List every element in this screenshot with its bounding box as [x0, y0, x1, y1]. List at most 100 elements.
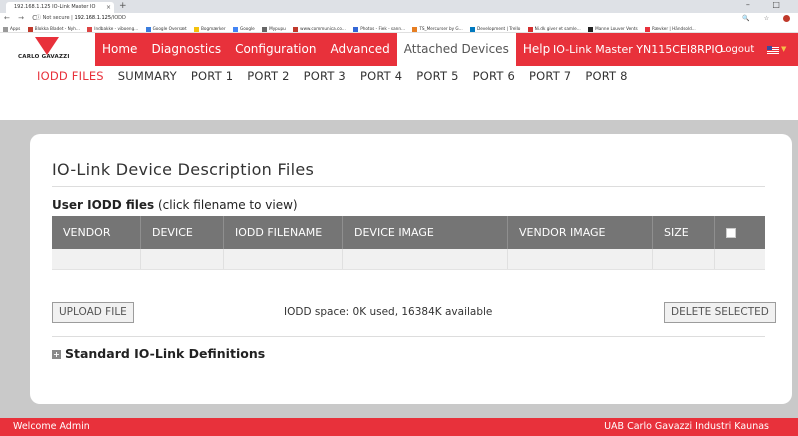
tab-port-8[interactable]: PORT 8: [585, 66, 627, 87]
carlo-gavazzi-logo[interactable]: CARLO GAVAZZI: [0, 33, 95, 66]
iodd-space-status: IODD space: 0K used, 16384K available: [284, 306, 493, 318]
section-subtitle: User IODD files (click filename to view): [52, 198, 298, 212]
bookmark-item[interactable]: Apps: [3, 24, 20, 32]
main-menu: Home Diagnostics Configuration Advanced …: [95, 33, 557, 66]
tab-title: 192.168.1.125 IO-Link Master IO: [14, 4, 96, 10]
bookmark-item[interactable]: Manne Louver Vents: [588, 24, 638, 32]
bookmark-icon: [3, 26, 8, 32]
security-indicator[interactable]: ⓘ Not secure: [36, 15, 70, 21]
profile-avatar[interactable]: [783, 15, 790, 22]
logo-triangle-icon: [35, 37, 59, 55]
table-cell: [141, 249, 224, 269]
sub-menu: IODD FILES SUMMARY PORT 1 PORT 2 PORT 3 …: [37, 66, 642, 87]
browser-tabstrip: 192.168.1.125 IO-Link Master IO × + – □: [0, 0, 798, 13]
logo-text: CARLO GAVAZZI: [18, 54, 70, 60]
address-bar: ← → C ⓘ Not secure | 192.168.1.125/IODD …: [0, 13, 798, 24]
menu-advanced[interactable]: Advanced: [323, 33, 396, 66]
divider: [52, 186, 765, 187]
table-cell: [343, 249, 508, 269]
upload-file-button[interactable]: UPLOAD FILE: [52, 302, 134, 323]
col-iodd-filename: IODD FILENAME: [224, 216, 343, 249]
tab-iodd-files[interactable]: IODD FILES: [37, 66, 104, 87]
url-field[interactable]: ⓘ Not secure | 192.168.1.125/IODD: [36, 13, 126, 24]
divider: [52, 336, 765, 337]
bookmark-icon: [588, 26, 594, 32]
bookmark-icon: [412, 26, 418, 32]
bookmark-item[interactable]: Google Oversæt: [145, 24, 187, 32]
menu-attached-devices[interactable]: Attached Devices: [396, 33, 516, 66]
chevron-down-icon[interactable]: ▼: [781, 45, 786, 53]
menu-diagnostics[interactable]: Diagnostics: [144, 33, 228, 66]
bookmark-item[interactable]: Bogmærker: [194, 24, 226, 32]
bookmark-icon: [293, 26, 299, 32]
tab-port-6[interactable]: PORT 6: [473, 66, 515, 87]
table-cell: [224, 249, 343, 269]
bookmark-icon: [527, 26, 533, 32]
bookmark-icon: [262, 26, 268, 32]
browser-tab[interactable]: 192.168.1.125 IO-Link Master IO ×: [6, 2, 114, 13]
content-area: IO-Link Device Description Files User IO…: [0, 120, 798, 418]
bookmark-icon: [470, 26, 475, 32]
bookmark-item[interactable]: Photos - Fiek - sann...: [353, 24, 405, 32]
nav-buttons[interactable]: ← → C: [4, 13, 40, 24]
bookmarks-bar: Apps Blokka Bladet - Nyh... Indbakke - v…: [0, 24, 798, 33]
bookmark-icon: [194, 26, 200, 32]
subtitle-bold: User IODD files: [52, 198, 155, 212]
welcome-text: Welcome Admin: [13, 421, 90, 432]
tab-port-1[interactable]: PORT 1: [191, 66, 233, 87]
bookmark-item[interactable]: Rævker | Händsold...: [645, 24, 696, 32]
tab-port-4[interactable]: PORT 4: [360, 66, 402, 87]
standard-definitions-toggle[interactable]: + Standard IO-Link Definitions: [52, 346, 265, 361]
bookmark-item[interactable]: Blokka Bladet - Nyh...: [27, 24, 80, 32]
table-row: [52, 249, 765, 270]
tab-port-3[interactable]: PORT 3: [304, 66, 346, 87]
table-cell: [715, 249, 765, 269]
menu-help[interactable]: Help: [516, 33, 557, 66]
standard-definitions-label: Standard IO-Link Definitions: [65, 346, 266, 361]
page-title: IO-Link Device Description Files: [52, 160, 315, 179]
table-cell: [52, 249, 141, 269]
menu-home[interactable]: Home: [95, 33, 144, 66]
bookmark-item[interactable]: www.communica.co...: [293, 24, 346, 32]
col-device-image: DEVICE IMAGE: [343, 216, 508, 249]
new-tab-button[interactable]: +: [119, 1, 127, 11]
menu-configuration[interactable]: Configuration: [228, 33, 323, 66]
search-star-icons[interactable]: 🔍 ☆: [742, 15, 775, 22]
expand-plus-icon[interactable]: +: [52, 350, 61, 359]
col-vendor-image: VENDOR IMAGE: [508, 216, 653, 249]
logout-link[interactable]: Logout: [720, 33, 754, 66]
tab-summary[interactable]: SUMMARY: [118, 66, 177, 87]
col-size: SIZE: [653, 216, 715, 249]
bookmark-item[interactable]: Mypupu: [262, 24, 286, 32]
company-text: UAB Carlo Gavazzi Industri Kaunas: [604, 421, 769, 432]
tab-port-7[interactable]: PORT 7: [529, 66, 571, 87]
language-flag-icon[interactable]: [767, 46, 779, 54]
col-device: DEVICE: [141, 216, 224, 249]
bookmark-item[interactable]: Indbakke - viboeng...: [87, 24, 138, 32]
app-header: CARLO GAVAZZI Home Diagnostics Configura…: [0, 33, 798, 87]
url-host: 192.168.1.125: [74, 15, 112, 21]
omnibar-icons: 🔍 ☆: [742, 13, 790, 24]
tab-port-5[interactable]: PORT 5: [416, 66, 458, 87]
select-all-checkbox[interactable]: [726, 228, 736, 238]
tab-close-icon[interactable]: ×: [106, 2, 111, 13]
table-cell: [653, 249, 715, 269]
window-controls[interactable]: – □: [746, 0, 790, 9]
bookmark-item[interactable]: TS_Mercurser by G...: [412, 24, 463, 32]
bookmark-item[interactable]: Google: [232, 24, 255, 32]
bookmark-icon: [645, 26, 651, 32]
col-vendor: VENDOR: [52, 216, 141, 249]
col-select: [715, 216, 765, 249]
delete-selected-button[interactable]: DELETE SELECTED: [664, 302, 776, 323]
table-header: VENDOR DEVICE IODD FILENAME DEVICE IMAGE…: [52, 216, 765, 249]
bookmark-item[interactable]: Ni.dk giver et samle...: [527, 24, 581, 32]
tab-port-2[interactable]: PORT 2: [247, 66, 289, 87]
bookmark-icon: [145, 26, 151, 32]
table-cell: [508, 249, 653, 269]
bookmark-item[interactable]: Development | Trello: [470, 24, 520, 32]
bookmark-icon: [353, 26, 359, 32]
bookmark-icon: [232, 26, 238, 32]
iodd-card: IO-Link Device Description Files User IO…: [30, 134, 792, 404]
footer: Welcome Admin UAB Carlo Gavazzi Industri…: [0, 418, 798, 436]
iodd-table: VENDOR DEVICE IODD FILENAME DEVICE IMAGE…: [52, 216, 765, 270]
